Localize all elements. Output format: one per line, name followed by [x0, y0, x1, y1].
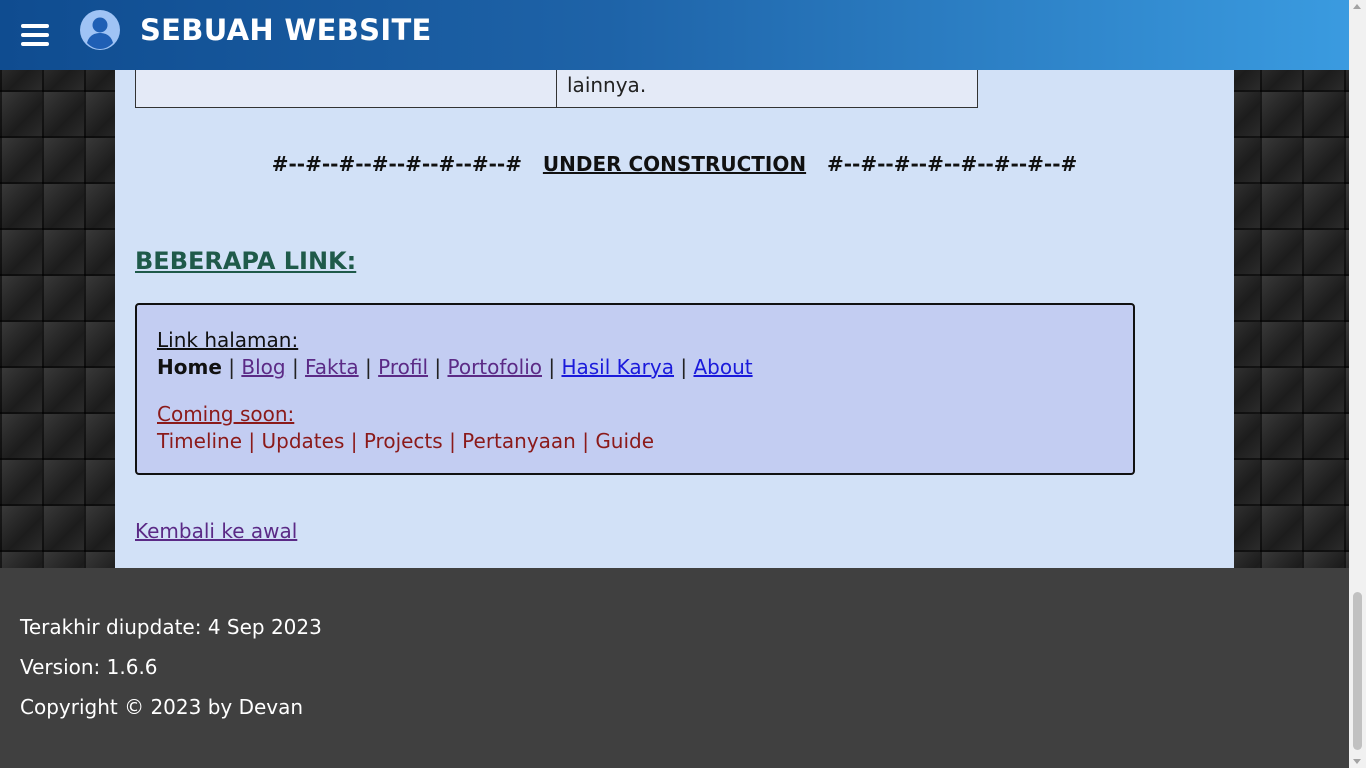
- link-portofolio[interactable]: Portofolio: [447, 355, 542, 379]
- coming-soon-row: Timeline | Updates | Projects | Pertanya…: [157, 428, 1113, 455]
- link-blog[interactable]: Blog: [241, 355, 285, 379]
- separator: |: [228, 355, 235, 379]
- last-updated-text: Terakhir diupdate: 4 Sep 2023: [20, 615, 322, 639]
- scroll-down-arrow-icon[interactable]: [1353, 759, 1361, 764]
- construction-deco-left: #--#--#--#--#--#--#--#: [271, 152, 522, 176]
- vertical-scrollbar[interactable]: [1349, 0, 1366, 768]
- scroll-up-arrow-icon[interactable]: [1353, 4, 1361, 9]
- construction-label: UNDER CONSTRUCTION: [542, 152, 807, 176]
- soon-timeline: Timeline: [157, 429, 243, 453]
- coming-soon-label: Coming soon:: [157, 402, 295, 426]
- copyright-text: Copyright © 2023 by Devan: [20, 695, 304, 719]
- hamburger-menu-icon[interactable]: [21, 24, 49, 46]
- site-header: SEBUAH WEBSITE: [0, 0, 1349, 70]
- back-to-top-link[interactable]: Kembali ke awal: [135, 519, 297, 543]
- user-avatar-icon[interactable]: [80, 10, 120, 50]
- page-links-row: Home | Blog | Fakta | Profil | Portofoli…: [157, 354, 1113, 381]
- soon-projects: Projects: [363, 429, 443, 453]
- separator: |: [291, 355, 299, 379]
- soon-guide: Guide: [595, 429, 655, 453]
- link-profil[interactable]: Profil: [378, 355, 428, 379]
- separator: |: [680, 355, 688, 379]
- construction-deco-right: #--#--#--#--#--#--#--#: [827, 152, 1078, 176]
- separator: |: [449, 429, 456, 453]
- separator: |: [548, 355, 556, 379]
- separator: |: [248, 429, 256, 453]
- soon-pertanyaan: Pertanyaan: [462, 429, 576, 453]
- separator: |: [365, 355, 372, 379]
- site-footer: Terakhir diupdate: 4 Sep 2023 Version: 1…: [0, 568, 1349, 768]
- link-fakta[interactable]: Fakta: [305, 355, 359, 379]
- link-hasil-karya[interactable]: Hasil Karya: [561, 355, 674, 379]
- soon-updates: Updates: [261, 429, 345, 453]
- under-construction-banner: #--#--#--#--#--#--#--# UNDER CONSTRUCTIO…: [115, 152, 1234, 176]
- main-content: lainnya. #--#--#--#--#--#--#--# UNDER CO…: [115, 0, 1234, 568]
- scroll-thumb[interactable]: [1353, 592, 1362, 750]
- link-home: Home: [157, 355, 222, 379]
- version-text: Version: 1.6.6: [20, 655, 158, 679]
- separator: |: [434, 355, 442, 379]
- links-heading: BEBERAPA LINK:: [135, 247, 357, 275]
- links-box: Link halaman: Home | Blog | Fakta | Prof…: [135, 303, 1135, 475]
- separator: |: [350, 429, 358, 453]
- table-cell-text: lainnya.: [567, 73, 647, 97]
- page-links-label: Link halaman:: [157, 328, 299, 352]
- site-title[interactable]: SEBUAH WEBSITE: [140, 13, 432, 47]
- separator: |: [582, 429, 589, 453]
- link-about[interactable]: About: [693, 355, 752, 379]
